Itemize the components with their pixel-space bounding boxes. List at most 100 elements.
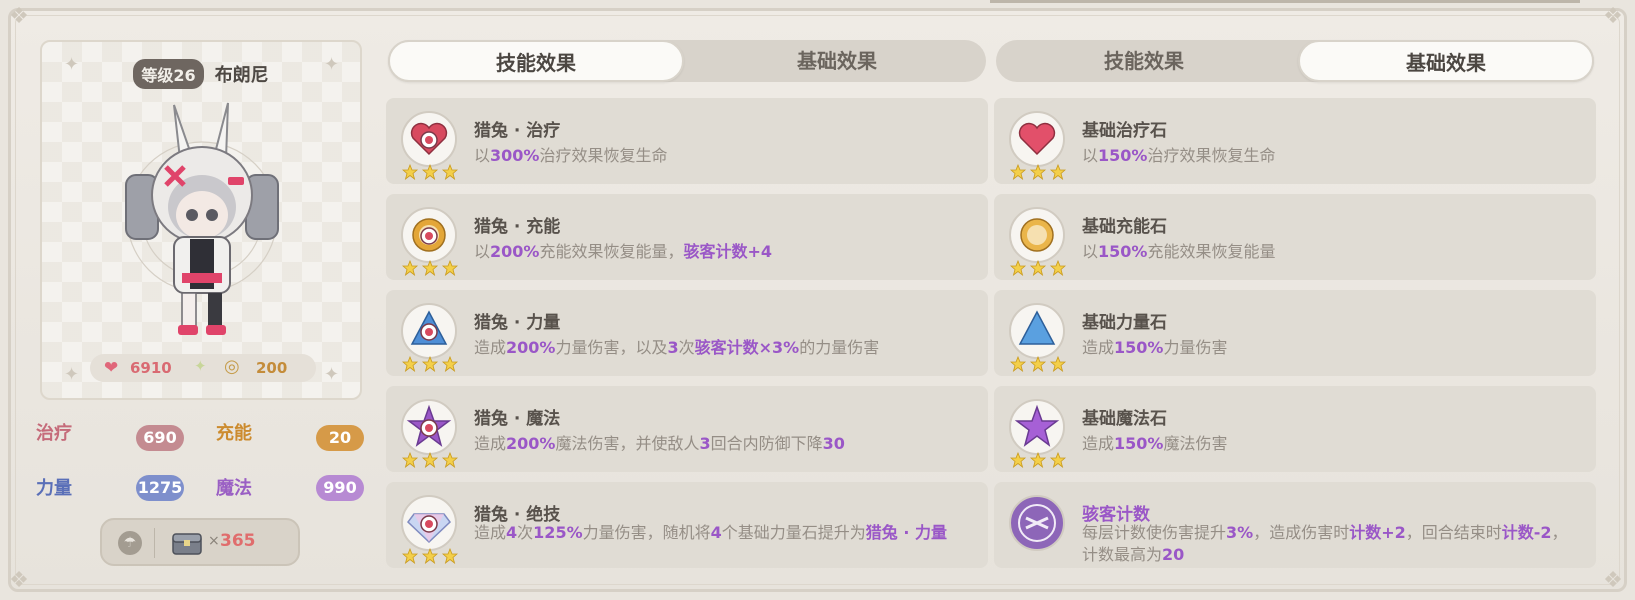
sparkle-icon: ✦ bbox=[324, 54, 340, 75]
highlight-value: 150% bbox=[1098, 146, 1148, 165]
effect-description: 以300%治疗效果恢复生命 bbox=[474, 145, 667, 167]
highlight-value: 骇客计数+4 bbox=[683, 242, 773, 261]
tab-base-effect[interactable]: 基础效果 bbox=[1298, 40, 1594, 82]
character-card: 等级26 布朗尼 ✦ ✦ ✦ ✦ ❤ 6910 ✦ ◎ 200 bbox=[40, 40, 362, 400]
power-stone-icon bbox=[1009, 303, 1065, 359]
highlight-value: 200% bbox=[506, 338, 556, 357]
hacker-count-icon bbox=[1009, 495, 1065, 551]
desc-text: 造成 bbox=[1082, 434, 1115, 453]
power-gem-icon bbox=[401, 303, 457, 359]
highlight-value: 30 bbox=[822, 434, 845, 453]
effect-card[interactable]: 猎兔 · 治疗 以300%治疗效果恢复生命 bbox=[386, 98, 988, 184]
highlight-value: 计数-2 bbox=[1501, 523, 1552, 542]
effect-card[interactable]: 猎兔 · 绝技 造成4次125%力量伤害，随机将4个基础力量石提升为猎兔 · 力量 bbox=[386, 482, 988, 568]
corner-ornament-icon: ❖ bbox=[1603, 568, 1623, 593]
highlight-value: 20 bbox=[1162, 545, 1185, 564]
highlight-value: 猎兔 · 力量 bbox=[865, 523, 948, 542]
effect-card[interactable]: 基础魔法石 造成150%魔法伤害 bbox=[994, 386, 1596, 472]
effect-card[interactable]: 基础力量石 造成150%力量伤害 bbox=[994, 290, 1596, 376]
heart-stone-icon bbox=[1009, 111, 1065, 167]
charge-gem-icon bbox=[401, 207, 457, 263]
star-rating-icon bbox=[402, 164, 458, 180]
desc-text: 造成 bbox=[474, 523, 507, 542]
mushroom-icon: ☂ bbox=[118, 531, 142, 555]
tab-base-effect[interactable]: 基础效果 bbox=[688, 40, 986, 82]
charge-stone-icon bbox=[1009, 207, 1065, 263]
attr-value-magic: 990 bbox=[316, 475, 364, 501]
desc-text: 回合内防御下降 bbox=[710, 434, 823, 453]
effect-title: 猎兔 · 治疗 bbox=[474, 121, 561, 141]
star-rating-icon bbox=[402, 356, 458, 372]
effect-title: 猎兔 · 力量 bbox=[474, 313, 561, 333]
attr-value-heal: 690 bbox=[136, 425, 184, 451]
effect-card[interactable]: 猎兔 · 充能以200%充能效果恢复能量，骇客计数+4 bbox=[386, 194, 988, 280]
effect-description: 以150%充能效果恢复能量 bbox=[1082, 241, 1275, 263]
highlight-value: 125% bbox=[533, 523, 583, 542]
star-rating-icon bbox=[1010, 452, 1066, 468]
character-name: 布朗尼 bbox=[214, 65, 269, 86]
desc-text: 充能效果恢复能量 bbox=[1147, 242, 1276, 261]
divider-star-icon: ✦ bbox=[194, 357, 207, 375]
desc-text: ，回合结束时 bbox=[1405, 523, 1502, 542]
highlight-value: 200% bbox=[506, 434, 556, 453]
highlight-value: 4 bbox=[710, 523, 722, 542]
star-rating-icon bbox=[402, 548, 458, 564]
effect-title: 基础充能石 bbox=[1082, 217, 1167, 237]
highlight-value: 150% bbox=[1114, 434, 1164, 453]
desc-text: 以 bbox=[1082, 146, 1099, 165]
heal-gem-icon bbox=[401, 111, 457, 167]
desc-text: 治疗效果恢复生命 bbox=[1147, 146, 1276, 165]
right-tabbar: 技能效果 基础效果 bbox=[996, 40, 1594, 82]
effect-title: 猎兔 · 魔法 bbox=[474, 409, 561, 429]
desc-text: 造成 bbox=[474, 338, 507, 357]
tab-skill-effect[interactable]: 技能效果 bbox=[388, 40, 684, 82]
highlight-value: 150% bbox=[1098, 242, 1148, 261]
magic-gem-icon bbox=[401, 399, 457, 455]
tab-skill-effect[interactable]: 技能效果 bbox=[996, 40, 1292, 82]
desc-text: 治疗效果恢复生命 bbox=[539, 146, 668, 165]
effect-description: 造成4次125%力量伤害，随机将4个基础力量石提升为猎兔 · 力量 bbox=[474, 522, 974, 544]
effect-card[interactable]: 猎兔 · 魔法造成200%魔法伤害，并使敌人3回合内防御下降30 bbox=[386, 386, 988, 472]
sparkle-icon: ✦ bbox=[64, 364, 80, 385]
effect-description: 每层计数使伤害提升3%，造成伤害时计数+2，回合结束时计数-2，计数最高为20 bbox=[1082, 522, 1582, 566]
desc-text: 造成 bbox=[1082, 338, 1115, 357]
desc-text: 以 bbox=[1082, 242, 1099, 261]
attr-label-power: 力量 bbox=[36, 478, 72, 499]
chest-icon bbox=[172, 533, 202, 555]
desc-text: 魔法伤害 bbox=[1163, 434, 1228, 453]
desc-text: 以 bbox=[474, 146, 491, 165]
corner-ornament-icon: ❖ bbox=[9, 4, 29, 29]
left-tabbar: 技能效果 基础效果 bbox=[388, 40, 986, 82]
desc-text: 每层计数使伤害提升 bbox=[1082, 523, 1227, 542]
effect-description: 造成200%魔法伤害，并使敌人3回合内防御下降30 bbox=[474, 433, 845, 455]
desc-text: ，造成伤害时 bbox=[1253, 523, 1350, 542]
highlight-value: 3% bbox=[1226, 523, 1254, 542]
highlight-value: 150% bbox=[1114, 338, 1164, 357]
effect-description: 造成150%力量伤害 bbox=[1082, 337, 1227, 359]
sparkle-icon: ✦ bbox=[64, 54, 80, 75]
magic-stone-icon bbox=[1009, 399, 1065, 455]
corner-ornament-icon: ❖ bbox=[9, 568, 29, 593]
attr-value-power: 1275 bbox=[136, 475, 184, 501]
desc-text: 造成 bbox=[474, 434, 507, 453]
effect-card[interactable]: 基础充能石以150%充能效果恢复能量 bbox=[994, 194, 1596, 280]
effect-description: 造成200%力量伤害，以及3次骇客计数×3%的力量伤害 bbox=[474, 337, 879, 359]
effect-title: 猎兔 · 充能 bbox=[474, 217, 561, 237]
energy-icon: ◎ bbox=[224, 356, 240, 377]
star-rating-icon bbox=[1010, 356, 1066, 372]
highlight-value: 300% bbox=[490, 146, 540, 165]
effect-card[interactable]: 基础治疗石 以150%治疗效果恢复生命 bbox=[994, 98, 1596, 184]
hp-value: 6910 bbox=[130, 359, 172, 377]
heart-icon: ❤ bbox=[104, 358, 119, 378]
effect-description: 以200%充能效果恢复能量，骇客计数+4 bbox=[474, 241, 772, 263]
item-box[interactable]: ☂ × 365 bbox=[100, 518, 300, 566]
effect-card[interactable]: 骇客计数 每层计数使伤害提升3%，造成伤害时计数+2，回合结束时计数-2，计数最高… bbox=[994, 482, 1596, 568]
desc-text: 以 bbox=[474, 242, 491, 261]
star-rating-icon bbox=[402, 452, 458, 468]
star-rating-icon bbox=[402, 260, 458, 276]
character-portrait[interactable] bbox=[122, 97, 282, 342]
effect-card[interactable]: 猎兔 · 力量造成200%力量伤害，以及3次骇客计数×3%的力量伤害 bbox=[386, 290, 988, 376]
attr-label-heal: 治疗 bbox=[36, 423, 72, 444]
effect-description: 以150%治疗效果恢复生命 bbox=[1082, 145, 1275, 167]
desc-text: 力量伤害 bbox=[1163, 338, 1228, 357]
